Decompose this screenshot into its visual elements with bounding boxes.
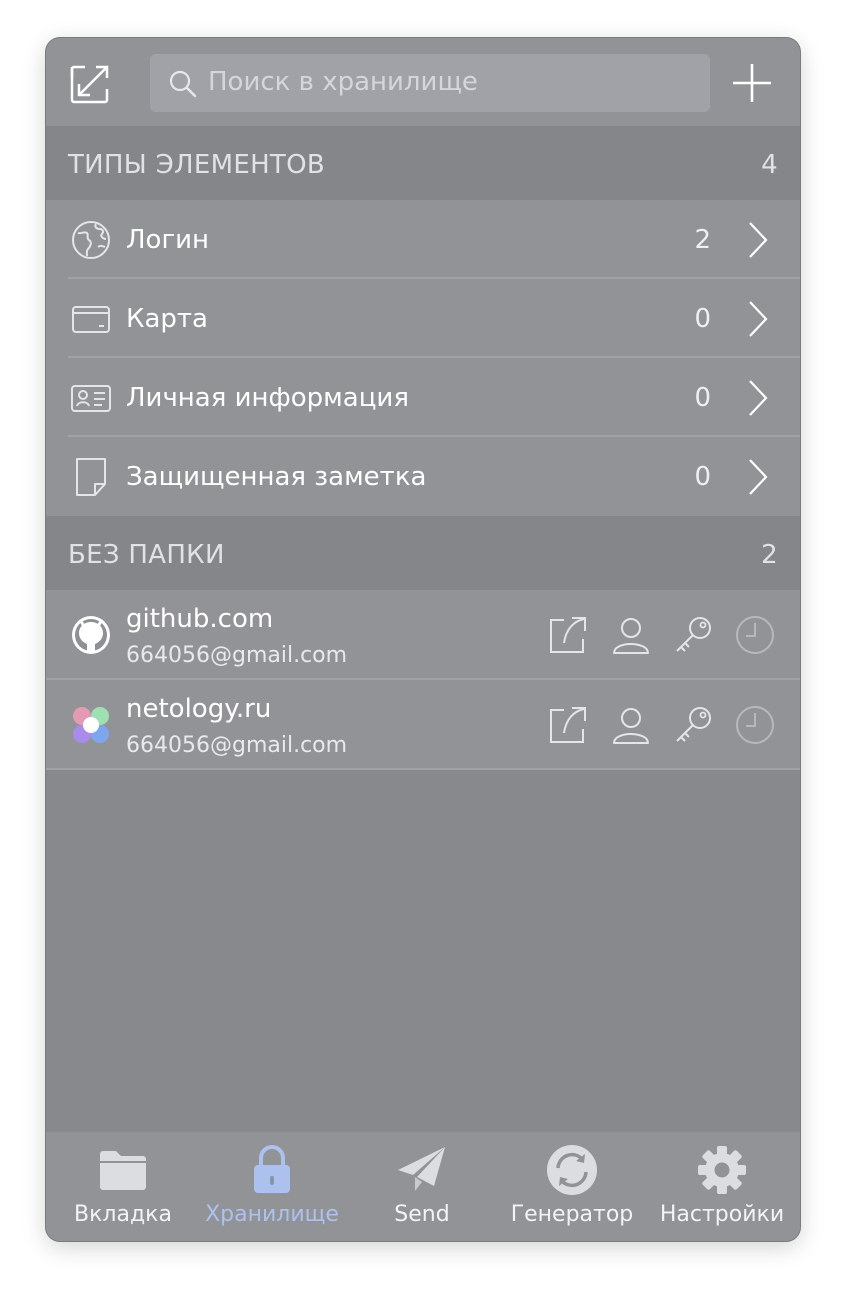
paper-plane-icon	[398, 1147, 445, 1191]
key-icon	[676, 707, 711, 742]
tab-current[interactable]: Вкладка	[48, 1132, 198, 1241]
tab-label: Генератор	[510, 1202, 634, 1227]
section-count: 4	[761, 150, 778, 180]
type-row-secure-note[interactable]: Защищенная заметка 0	[46, 437, 800, 516]
section-title: ТИПЫ ЭЛЕМЕНТОВ	[68, 150, 326, 180]
key-icon	[676, 617, 711, 652]
chevron-right-icon	[749, 380, 768, 416]
clock-icon	[736, 706, 774, 744]
copy-totp-button[interactable]	[735, 705, 775, 745]
copy-password-button[interactable]	[673, 705, 713, 745]
type-label: Защищенная заметка	[126, 462, 427, 492]
netology-icon	[73, 707, 109, 743]
section-header-types: ТИПЫ ЭЛЕМЕНТОВ 4	[46, 126, 800, 200]
section-count: 2	[761, 540, 778, 570]
gear-icon	[698, 1146, 746, 1194]
vault-popup: ТИПЫ ЭЛЕМЕНТОВ 4 Логин 2 Карта 0	[46, 38, 800, 1241]
tab-generator[interactable]: Генератор	[497, 1132, 647, 1241]
credit-card-icon	[72, 306, 110, 333]
tab-label: Хранилище	[205, 1202, 339, 1227]
type-row-identity[interactable]: Личная информация 0	[46, 358, 800, 437]
chevron-right-icon	[749, 301, 768, 337]
type-count: 0	[694, 383, 711, 413]
user-icon	[613, 708, 649, 744]
tab-label: Настройки	[659, 1202, 785, 1227]
launch-icon	[550, 707, 586, 743]
copy-totp-button[interactable]	[735, 615, 775, 655]
add-item-button[interactable]	[732, 63, 772, 103]
type-label: Логин	[126, 225, 210, 255]
tab-bar: Вкладка Хранилище Send Генератор Настрой…	[46, 1132, 800, 1241]
popout-icon	[70, 65, 109, 104]
section-header-no-folder: БЕЗ ПАПКИ 2	[46, 516, 800, 590]
type-row-login[interactable]: Логин 2	[46, 200, 800, 279]
folder-icon	[100, 1151, 146, 1190]
tab-label: Send	[394, 1202, 450, 1227]
chevron-right-icon	[749, 222, 768, 258]
note-icon	[76, 458, 106, 496]
vault-item-github[interactable]: github.com 664056@gmail.com	[46, 590, 800, 680]
search-input[interactable]	[208, 62, 688, 102]
type-label: Личная информация	[126, 383, 409, 413]
item-name: netology.ru	[126, 694, 272, 724]
item-username: 664056@gmail.com	[126, 733, 348, 758]
item-name: github.com	[126, 604, 274, 634]
section-title: БЕЗ ПАПКИ	[68, 540, 225, 570]
type-count: 0	[694, 304, 711, 334]
vault-item-netology[interactable]: netology.ru 664056@gmail.com	[46, 680, 800, 770]
chevron-right-icon	[749, 459, 768, 495]
tab-settings[interactable]: Настройки	[647, 1132, 797, 1241]
copy-password-button[interactable]	[673, 615, 713, 655]
tab-vault[interactable]: Хранилище	[197, 1132, 347, 1241]
type-label: Карта	[126, 304, 208, 334]
copy-username-button[interactable]	[611, 705, 651, 745]
clock-icon	[736, 616, 774, 654]
id-card-icon	[71, 385, 111, 412]
header	[46, 38, 800, 126]
launch-button[interactable]	[548, 615, 588, 655]
search-icon	[169, 70, 197, 98]
plus-icon	[733, 64, 771, 102]
type-row-card[interactable]: Карта 0	[46, 279, 800, 358]
item-username: 664056@gmail.com	[126, 643, 348, 668]
tab-send[interactable]: Send	[347, 1132, 497, 1241]
refresh-icon	[547, 1145, 597, 1195]
type-count: 0	[694, 462, 711, 492]
lock-icon	[254, 1145, 290, 1193]
launch-icon	[550, 617, 586, 653]
popout-button[interactable]	[68, 62, 112, 106]
search-box	[150, 54, 710, 112]
globe-icon	[72, 221, 110, 259]
github-icon	[72, 616, 110, 654]
tab-label: Вкладка	[74, 1202, 172, 1227]
type-count: 2	[694, 225, 711, 255]
user-icon	[613, 618, 649, 654]
divider	[46, 768, 800, 770]
launch-button[interactable]	[548, 705, 588, 745]
copy-username-button[interactable]	[611, 615, 651, 655]
